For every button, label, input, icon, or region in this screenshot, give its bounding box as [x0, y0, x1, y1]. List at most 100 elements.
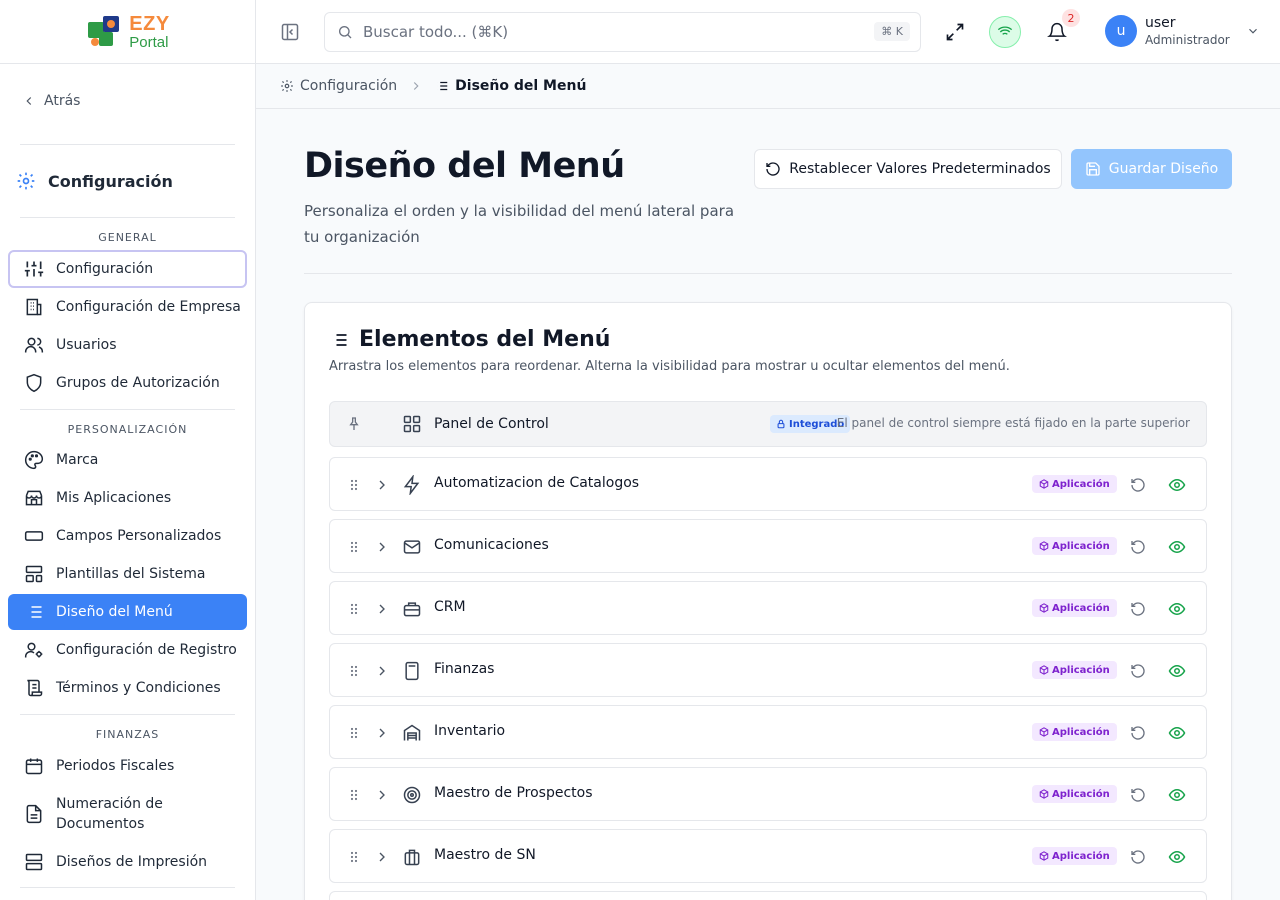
chevron-right-icon[interactable]	[374, 787, 390, 803]
list-icon	[437, 81, 448, 91]
sidebar-item-marca[interactable]: Marca	[8, 442, 247, 478]
sidebar-item-disenos-impresion[interactable]: Diseños de Impresión	[8, 844, 247, 880]
rotate-ccw-icon	[766, 162, 780, 176]
wifi-icon	[997, 26, 1013, 38]
card-title-text: Elementos del Menú	[359, 327, 611, 352]
document-icon	[26, 804, 42, 824]
chevron-right-icon[interactable]	[374, 477, 390, 493]
scroll-icon	[27, 679, 43, 697]
breadcrumb-parent[interactable]: Configuración	[280, 78, 397, 94]
sidebar-item-plantillas-sistema[interactable]: Plantillas del Sistema	[8, 556, 247, 592]
input-field-icon	[24, 531, 44, 541]
drag-handle-icon[interactable]	[346, 601, 362, 617]
sliders-icon	[24, 261, 44, 277]
menu-item-name: CRM	[434, 599, 466, 615]
package-icon	[1039, 789, 1049, 799]
brand-logo[interactable]: EZY Portal	[0, 0, 255, 64]
menu-item-row[interactable]: CRM Aplicación	[329, 581, 1207, 635]
eye-icon[interactable]	[1168, 848, 1186, 866]
sidebar-item-terminos-condiciones[interactable]: Términos y Condiciones	[8, 670, 247, 706]
reset-defaults-button[interactable]: Restablecer Valores Predeterminados	[754, 149, 1062, 189]
sidebar-item-label: Plantillas del Sistema	[56, 566, 206, 582]
page-subtitle: Personaliza el orden y la visibilidad de…	[304, 202, 735, 246]
eye-icon[interactable]	[1168, 600, 1186, 618]
menu-item-name: Comunicaciones	[434, 537, 549, 553]
rotate-ccw-icon[interactable]	[1130, 725, 1146, 741]
drag-handle-icon[interactable]	[346, 539, 362, 555]
menu-item-name: Inventario	[434, 723, 506, 739]
gear-icon	[281, 80, 293, 92]
pinned-note: El panel de control siempre está fijado …	[836, 416, 1190, 430]
warehouse-icon	[403, 724, 421, 741]
search-bar[interactable]: ⌘ K	[324, 12, 921, 52]
rotate-ccw-icon[interactable]	[1130, 539, 1146, 555]
rotate-ccw-icon[interactable]	[1130, 601, 1146, 617]
eye-icon[interactable]	[1168, 538, 1186, 556]
menu-item-pinned: Panel de Control Integrado El panel de c…	[329, 401, 1207, 447]
eye-icon[interactable]	[1168, 724, 1186, 742]
app-badge-label: Aplicación	[1052, 602, 1110, 614]
rotate-ccw-icon[interactable]	[1130, 477, 1146, 493]
bell-icon[interactable]	[1047, 22, 1067, 42]
sidebar-item-mis-aplicaciones[interactable]: Mis Aplicaciones	[8, 480, 247, 516]
menu-item-name: Panel de Control	[434, 416, 549, 432]
users-icon	[24, 337, 44, 353]
menu-item-row[interactable]: Comunicaciones Aplicación	[329, 519, 1207, 573]
sidebar-item-numeracion-documentos[interactable]: Numeración de Documentos	[8, 790, 247, 838]
drag-handle-icon[interactable]	[346, 787, 362, 803]
menu-item-row[interactable]	[329, 891, 1207, 900]
eye-icon[interactable]	[1168, 662, 1186, 680]
sidebar-item-configuracion[interactable]: Configuración	[8, 250, 247, 288]
save-icon	[1086, 162, 1100, 176]
sidebar-item-usuarios[interactable]: Usuarios	[8, 327, 247, 363]
sidebar-section-header: Configuración	[17, 144, 235, 218]
drag-handle-icon[interactable]	[346, 849, 362, 865]
eye-icon[interactable]	[1168, 476, 1186, 494]
breadcrumb-parent-label: Configuración	[300, 78, 398, 94]
group-label-finanzas: FINANZAS	[95, 728, 160, 741]
menu-item-row[interactable]: Maestro de SN Aplicación	[329, 829, 1207, 883]
card-title: Elementos del Menú	[329, 327, 610, 352]
avatar: u	[1105, 15, 1137, 47]
user-name: user	[1145, 15, 1176, 31]
user-menu[interactable]: u user Administrador	[1105, 14, 1260, 48]
back-link[interactable]: Atrás	[22, 93, 80, 109]
chevron-right-icon[interactable]	[374, 849, 390, 865]
brand-portal: Portal	[129, 33, 169, 51]
search-icon	[339, 26, 352, 39]
eye-icon[interactable]	[1168, 786, 1186, 804]
dashboard-icon	[403, 415, 421, 433]
chevron-left-icon	[26, 97, 32, 105]
drag-handle-icon[interactable]	[346, 725, 362, 741]
menu-item-row[interactable]: Maestro de Prospectos Aplicación	[329, 767, 1207, 821]
connection-status[interactable]	[989, 16, 1021, 48]
menu-item-row[interactable]: Finanzas Aplicación	[329, 643, 1207, 697]
menu-item-row[interactable]: Inventario Aplicación	[329, 705, 1207, 759]
palette-icon	[25, 450, 44, 470]
store-icon	[25, 490, 43, 506]
sidebar-item-campos-personalizados[interactable]: Campos Personalizados	[8, 518, 247, 554]
chevron-right-icon[interactable]	[374, 663, 390, 679]
rotate-ccw-icon[interactable]	[1130, 663, 1146, 679]
sidebar-item-periodos-fiscales[interactable]: Periodos Fiscales	[8, 748, 247, 784]
chevron-right-icon[interactable]	[374, 539, 390, 555]
rotate-ccw-icon[interactable]	[1130, 849, 1146, 865]
building-icon	[26, 298, 42, 316]
sidebar-item-diseno-menu[interactable]: Diseño del Menú	[8, 594, 247, 630]
rotate-ccw-icon[interactable]	[1130, 787, 1146, 803]
sidebar-item-configuracion-registro[interactable]: Configuración de Registro	[8, 632, 247, 668]
list-icon	[332, 333, 347, 346]
sidebar-toggle-icon[interactable]	[280, 22, 300, 42]
menu-item-row[interactable]: Automatizacion de Catalogos Aplicación	[329, 457, 1207, 511]
logo-icon	[88, 15, 120, 46]
sidebar-item-grupos-autorizacion[interactable]: Grupos de Autorización	[8, 365, 247, 401]
drag-handle-icon[interactable]	[346, 663, 362, 679]
chevron-right-icon[interactable]	[374, 601, 390, 617]
breadcrumb-current: Diseño del Menú	[435, 78, 586, 94]
sidebar-item-configuracion-empresa[interactable]: Configuración de Empresa	[8, 289, 247, 325]
drag-handle-icon[interactable]	[346, 477, 362, 493]
fullscreen-icon[interactable]	[945, 22, 965, 42]
chevron-right-icon[interactable]	[374, 725, 390, 741]
save-layout-button[interactable]: Guardar Diseño	[1071, 149, 1232, 189]
search-input[interactable]	[363, 23, 843, 41]
